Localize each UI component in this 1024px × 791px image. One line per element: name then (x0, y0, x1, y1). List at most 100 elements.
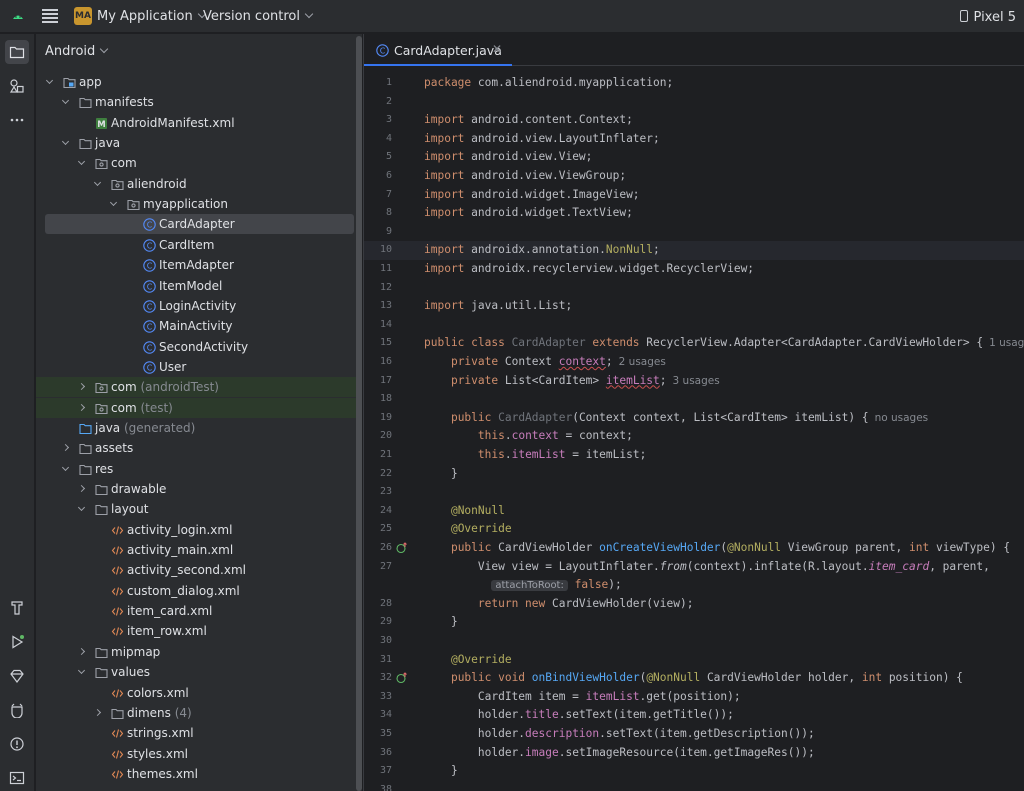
line-number[interactable]: 18 (364, 390, 392, 409)
line-number[interactable]: 15 (364, 334, 392, 353)
tree-item-androidmanifest[interactable]: M AndroidManifest.xml (36, 113, 356, 133)
chevron-right-icon[interactable] (77, 383, 86, 391)
chevron-right-icon[interactable] (77, 484, 86, 493)
line-number[interactable]: 13 (364, 297, 392, 316)
chevron-down-icon[interactable] (109, 199, 118, 207)
device-selector[interactable]: Pixel 5 (959, 9, 1016, 25)
line-number[interactable]: 29 (364, 613, 392, 632)
line-number[interactable]: 1 (364, 74, 392, 93)
line-number[interactable]: 2 (364, 93, 392, 112)
line-number[interactable]: 12 (364, 279, 392, 298)
close-icon[interactable]: ✕ (492, 42, 502, 56)
override-gutter-icon[interactable] (396, 672, 408, 684)
tree-item-myapplication[interactable]: myapplication (36, 194, 356, 214)
tree-item-activity_main[interactable]: activity_main.xml (36, 540, 356, 560)
tree-item-colors[interactable]: colors.xml (36, 683, 356, 703)
chevron-down-icon[interactable] (77, 667, 86, 675)
usage-hint[interactable]: 3 usages (673, 375, 720, 387)
tree-item-itemmodel[interactable]: C ItemModel (36, 276, 356, 296)
tree-item-res[interactable]: res (36, 459, 356, 479)
tree-item-com-androidtest[interactable]: com (androidTest) (36, 377, 356, 398)
chevron-down-icon[interactable] (77, 158, 86, 166)
tree-item-user[interactable]: C User (36, 357, 356, 377)
line-number[interactable]: 14 (364, 316, 392, 335)
run-tool-button[interactable] (5, 630, 29, 654)
line-number[interactable]: 22 (364, 465, 392, 484)
chevron-right-icon[interactable] (93, 708, 102, 716)
project-selector[interactable]: My Application (97, 9, 206, 24)
project-badge[interactable]: MA (74, 7, 92, 25)
tree-item-com-test[interactable]: com (test) (36, 397, 356, 418)
line-number[interactable]: 27 (364, 558, 392, 577)
gemini-tool-button[interactable] (5, 664, 29, 688)
main-menu-icon[interactable] (42, 8, 58, 24)
resource-manager-button[interactable] (5, 74, 29, 98)
tree-item-app[interactable]: app (36, 72, 356, 92)
chevron-right-icon[interactable] (61, 444, 70, 452)
usage-hint[interactable]: 2 usages (619, 356, 666, 368)
tree-item-activity_second[interactable]: activity_second.xml (36, 560, 356, 580)
line-number[interactable]: 19 (364, 409, 392, 428)
chevron-right-icon[interactable] (77, 647, 86, 655)
chevron-down-icon[interactable] (61, 138, 70, 146)
version-control-menu[interactable]: Version control (203, 9, 314, 24)
project-view-selector[interactable]: Android (45, 44, 109, 59)
tree-item-itemadapter[interactable]: C ItemAdapter (36, 255, 356, 275)
line-number[interactable]: 8 (364, 204, 392, 223)
tree-item-mainactivity[interactable]: C MainActivity (36, 316, 356, 336)
code-area[interactable]: 1 package com.aliendroid.myapplication; 2 3… (364, 68, 1024, 791)
usage-hint[interactable]: no usages (875, 412, 929, 424)
terminal-tool-button[interactable] (5, 766, 29, 790)
tree-item-aliendroid[interactable]: aliendroid (36, 174, 356, 194)
usage-hint[interactable]: 1 usage (989, 337, 1024, 349)
tab-cardadapter[interactable]: C CardAdapter.java ✕ (364, 34, 512, 66)
tree-item-item_row[interactable]: item_row.xml (36, 621, 356, 641)
logcat-tool-button[interactable] (5, 698, 29, 722)
line-number[interactable]: 37 (364, 762, 392, 781)
line-number[interactable]: 24 (364, 502, 392, 521)
more-tools-button[interactable] (5, 108, 29, 132)
tree-item-item_card[interactable]: item_card.xml (36, 601, 356, 621)
chevron-down-icon[interactable] (61, 97, 70, 105)
problems-tool-button[interactable] (5, 732, 29, 756)
tree-item-java-generated[interactable]: java (generated) (36, 418, 356, 438)
tree-item-mipmap[interactable]: mipmap (36, 642, 356, 662)
line-number[interactable]: 20 (364, 427, 392, 446)
line-number[interactable]: 3 (364, 111, 392, 130)
line-number[interactable]: 33 (364, 688, 392, 707)
tree-item-values[interactable]: values (36, 662, 356, 682)
line-number[interactable]: 7 (364, 186, 392, 205)
line-number[interactable]: 31 (364, 651, 392, 670)
line-number[interactable]: 11 (364, 260, 392, 279)
line-number[interactable]: 4 (364, 130, 392, 149)
line-number[interactable]: 26 (364, 539, 392, 558)
tree-item-styles[interactable]: styles.xml (36, 744, 356, 764)
tree-item-manifests[interactable]: manifests (36, 92, 356, 112)
tree-item-activity_login[interactable]: activity_login.xml (36, 520, 356, 540)
line-number[interactable]: 6 (364, 167, 392, 186)
line-number[interactable]: 36 (364, 744, 392, 763)
line-number[interactable]: 9 (364, 223, 392, 242)
tree-item-java[interactable]: java (36, 133, 356, 153)
tree-item-dimens[interactable]: dimens (4) (36, 703, 356, 723)
line-number[interactable]: 16 (364, 353, 392, 372)
tree-item-drawable[interactable]: drawable (36, 479, 356, 499)
line-number[interactable]: 28 (364, 595, 392, 614)
chevron-right-icon[interactable] (77, 403, 86, 411)
line-number[interactable]: 25 (364, 520, 392, 539)
tree-item-loginactivity[interactable]: C LoginActivity (36, 296, 356, 316)
line-number[interactable]: 17 (364, 372, 392, 391)
line-number[interactable]: 10 (364, 241, 392, 260)
line-number[interactable]: 5 (364, 148, 392, 167)
tree-item-com[interactable]: com (36, 153, 356, 173)
tree-item-secondactivity[interactable]: C SecondActivity (36, 337, 356, 357)
tree-item-layout[interactable]: layout (36, 499, 356, 519)
line-number[interactable]: 35 (364, 725, 392, 744)
line-number[interactable]: 34 (364, 706, 392, 725)
tree-item-themes[interactable]: themes.xml (36, 764, 356, 784)
tree-item-custom_dialog[interactable]: custom_dialog.xml (36, 581, 356, 601)
tree-item-cardadapter[interactable]: C CardAdapter (45, 214, 354, 235)
tree-item-carditem[interactable]: C CardItem (36, 235, 356, 255)
project-tool-button[interactable] (5, 40, 29, 64)
line-number[interactable]: 32 (364, 669, 392, 688)
